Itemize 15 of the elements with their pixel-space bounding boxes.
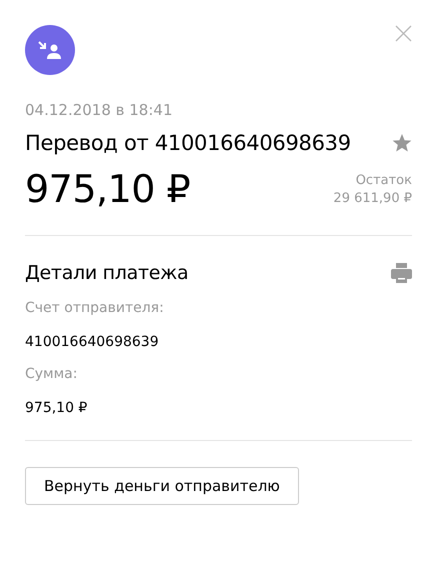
- field-value: 410016640698639: [25, 334, 160, 350]
- balance-label: Остаток: [356, 172, 412, 188]
- details-title: Детали платежа: [25, 262, 188, 284]
- transaction-title: Перевод от 410016640698639: [25, 131, 351, 155]
- balance-value: 29 611,90 ₽: [333, 190, 412, 206]
- field-label: Сумма:: [25, 366, 78, 382]
- close-button[interactable]: [395, 25, 412, 42]
- star-icon[interactable]: [392, 133, 412, 153]
- field-value: 975,10 ₽: [25, 400, 88, 416]
- transaction-date: 04.12.2018 в 18:41: [25, 101, 174, 119]
- field-label: Счет отправителя:: [25, 300, 165, 316]
- print-icon[interactable]: [391, 263, 412, 283]
- person-arrow-icon: [37, 40, 63, 60]
- refund-button[interactable]: Вернуть деньги отправителю: [25, 467, 299, 505]
- transaction-amount: 975,10 ₽: [25, 167, 190, 211]
